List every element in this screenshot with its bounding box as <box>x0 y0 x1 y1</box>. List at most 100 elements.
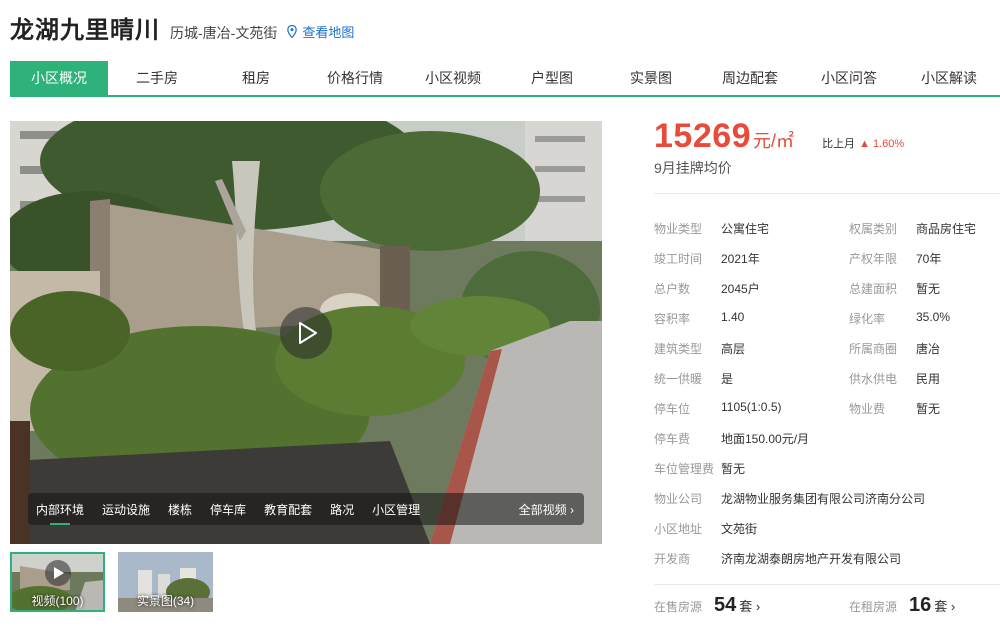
property-value: 暂无 <box>721 461 746 476</box>
tab-label: 户型图 <box>531 70 573 86</box>
location-breadcrumb: 历城-唐冶-文苑街 <box>170 25 278 41</box>
tab-label: 小区问答 <box>821 70 877 86</box>
for-sale-count: 54 <box>714 594 737 616</box>
view-map-label: 查看地图 <box>302 25 355 40</box>
tab-rent[interactable]: 租房 <box>206 61 306 95</box>
property-value: 是 <box>721 371 734 386</box>
price-row: 15269 元/㎡ 比上月 ▲ 1.60% <box>654 117 904 156</box>
thumb-photos[interactable]: 实景图(34) <box>118 552 213 612</box>
property-row: 容积率 1.40 绿化率 35.0% <box>654 303 1000 333</box>
property-row: 车位管理费 暂无 <box>654 453 1000 483</box>
property-key: 供水供电 <box>849 371 898 386</box>
property-key: 产权年限 <box>849 251 898 266</box>
ownership-type: 权属类别 商品房住宅 <box>849 220 1000 237</box>
tab-photos[interactable]: 实景图 <box>602 61 700 95</box>
price-caption: 9月挂牌均价 <box>654 160 732 176</box>
property-value: 1.40 <box>721 309 745 324</box>
community-properties: 物业类型 公寓住宅 权属类别 商品房住宅 竣工时间 2021年 产权年限 70年 总户数… <box>654 213 1000 573</box>
total-floor-area: 总建面积 暂无 <box>849 280 1000 297</box>
property-value: 唐冶 <box>916 341 941 356</box>
media-tab-education[interactable]: 教育配套 <box>264 501 312 518</box>
property-key: 开发商 <box>654 551 691 566</box>
month-over-month: 比上月 ▲ 1.60% <box>822 135 904 151</box>
total-households: 总户数 2045户 <box>654 280 849 297</box>
tab-overview[interactable]: 小区概况 <box>10 61 108 95</box>
for-rent-unit: 套 › <box>934 599 956 614</box>
property-key: 建筑类型 <box>654 341 703 356</box>
tab-amenities[interactable]: 周边配套 <box>700 61 800 95</box>
property-row: 停车费 地面150.00元/月 <box>654 423 1000 453</box>
property-fee: 物业费 暂无 <box>849 400 1000 417</box>
property-row: 停车位 1105(1:0.5) 物业费 暂无 <box>654 393 1000 423</box>
tab-analysis[interactable]: 小区解读 <box>898 61 1000 95</box>
property-value: 地面150.00元/月 <box>721 431 810 446</box>
central-heating: 统一供暖 是 <box>654 370 849 387</box>
community-address: 小区地址 文苑街 <box>654 520 849 537</box>
media-tab-environment[interactable]: 内部环境 <box>36 501 84 525</box>
media-viewer: 内部环境 运动设施 楼栋 停车库 教育配套 路况 小区管理 全部视频 › <box>10 121 602 544</box>
media-thumbnails: 视频(100) 实景图(34) <box>10 552 226 612</box>
property-row: 建筑类型 高层 所属商圈 唐冶 <box>654 333 1000 363</box>
media-category-bar: 内部环境 运动设施 楼栋 停车库 教育配套 路况 小区管理 全部视频 › <box>28 493 584 525</box>
property-key: 绿化率 <box>849 311 886 326</box>
water-power: 供水供电 民用 <box>849 370 1000 387</box>
page-title: 龙湖九里晴川 <box>10 17 160 44</box>
media-tab-buildings[interactable]: 楼栋 <box>168 501 192 518</box>
tab-label: 小区解读 <box>921 70 977 86</box>
property-value: 济南龙湖泰朗房地产开发有限公司 <box>721 551 902 566</box>
property-value: 2021年 <box>721 251 760 266</box>
property-value: 2045户 <box>721 281 760 296</box>
property-value: 暂无 <box>916 401 941 416</box>
media-tab-roads[interactable]: 路况 <box>330 501 354 518</box>
media-tab-sports[interactable]: 运动设施 <box>102 501 150 518</box>
tab-qa[interactable]: 小区问答 <box>800 61 898 95</box>
business-district: 所属商圈 唐冶 <box>849 340 1000 357</box>
property-key: 停车位 <box>654 401 691 416</box>
main-nav: 小区概况 二手房 租房 价格行情 小区视频 户型图 实景图 周边配套 小区问答 … <box>10 61 1000 97</box>
view-map-link[interactable]: 查看地图 <box>287 22 354 41</box>
parking-fee: 停车费 地面150.00元/月 <box>654 430 849 447</box>
for-sale-label: 在售房源 <box>654 600 703 614</box>
thumb-video[interactable]: 视频(100) <box>10 552 105 612</box>
tab-label: 租房 <box>242 70 270 86</box>
property-key: 小区地址 <box>654 521 703 536</box>
property-key: 所属商圈 <box>849 341 898 356</box>
plot-ratio: 容积率 1.40 <box>654 310 849 327</box>
for-rent-listings-link[interactable]: 在租房源 16 套 › <box>849 594 955 617</box>
property-row: 物业公司 龙湖物业服务集团有限公司济南分公司 <box>654 483 1000 513</box>
property-value: 高层 <box>721 341 746 356</box>
tab-label: 价格行情 <box>327 70 383 86</box>
tab-floor-plans[interactable]: 户型图 <box>502 61 602 95</box>
tab-price-trend[interactable]: 价格行情 <box>306 61 404 95</box>
price-divider <box>654 193 1000 194</box>
thumb-play-button <box>45 560 71 586</box>
completion-year: 竣工时间 2021年 <box>654 250 849 267</box>
property-row: 物业类型 公寓住宅 权属类别 商品房住宅 <box>654 213 1000 243</box>
property-row: 竣工时间 2021年 产权年限 70年 <box>654 243 1000 273</box>
property-value: 1105(1:0.5) <box>721 399 782 414</box>
tab-second-hand[interactable]: 二手房 <box>108 61 206 95</box>
property-key: 物业类型 <box>654 221 703 236</box>
price-summary: 15269 元/㎡ 比上月 ▲ 1.60% 9月挂牌均价 <box>654 117 904 178</box>
media-tab-parking[interactable]: 停车库 <box>210 501 246 518</box>
property-key: 总建面积 <box>849 281 898 296</box>
property-key: 权属类别 <box>849 221 898 236</box>
all-videos-link[interactable]: 全部视频 › <box>519 501 574 518</box>
play-video-button[interactable] <box>280 307 332 359</box>
media-tab-management[interactable]: 小区管理 <box>372 501 420 518</box>
tab-label: 小区视频 <box>425 70 481 86</box>
property-key: 物业费 <box>849 401 886 416</box>
mom-change: ▲ 1.60% <box>859 138 905 150</box>
developer: 开发商 济南龙湖泰朗房地产开发有限公司 <box>654 550 1000 567</box>
property-key: 容积率 <box>654 311 691 326</box>
tab-video[interactable]: 小区视频 <box>404 61 502 95</box>
play-icon <box>299 322 317 344</box>
property-key: 统一供暖 <box>654 371 703 386</box>
price-unit: 元/㎡ <box>753 131 795 151</box>
location-pin-icon <box>287 25 298 38</box>
property-value: 公寓住宅 <box>721 221 770 236</box>
for-sale-listings-link[interactable]: 在售房源 54 套 › <box>654 594 760 617</box>
parking-spaces: 停车位 1105(1:0.5) <box>654 400 849 417</box>
parking-management-fee: 车位管理费 暂无 <box>654 460 849 477</box>
property-key: 停车费 <box>654 431 691 446</box>
